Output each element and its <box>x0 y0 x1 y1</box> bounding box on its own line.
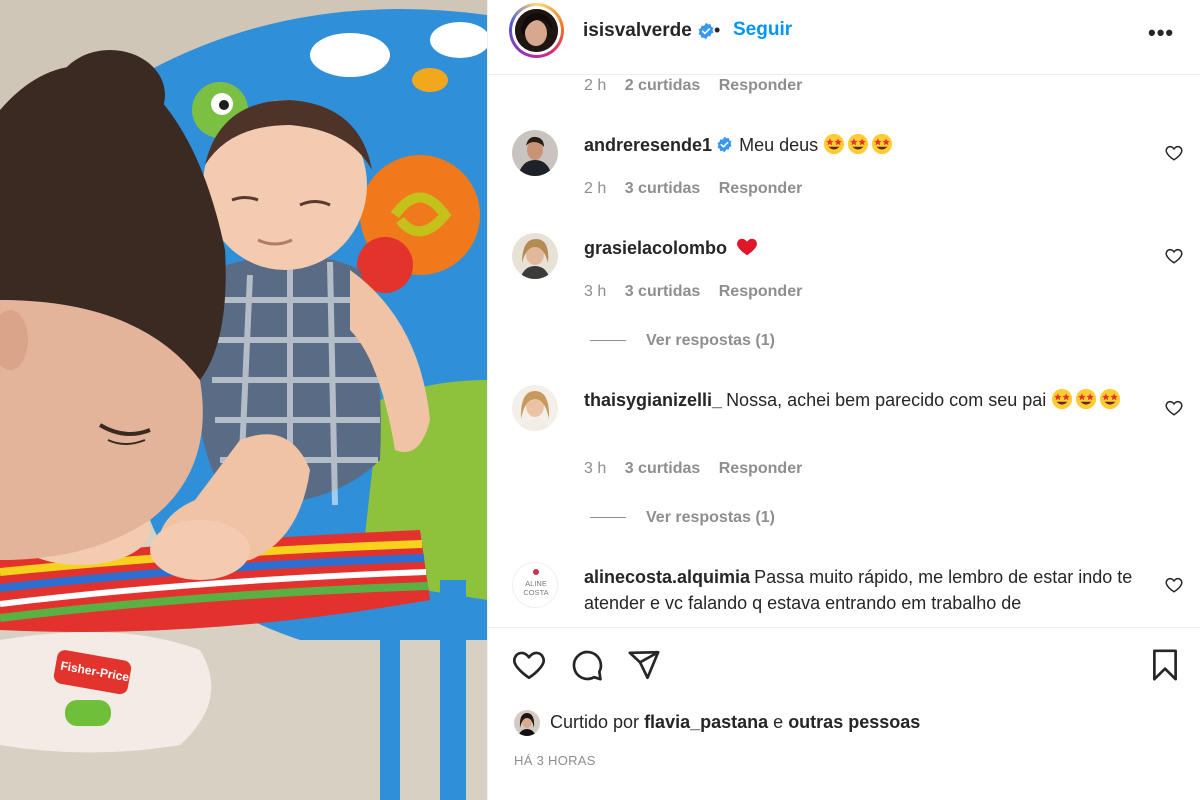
comment-time: 2 h <box>584 77 607 94</box>
comment-text: alinecosta.alquimia Passa muito rápido, m… <box>584 564 1144 616</box>
like-comment-heart-icon[interactable] <box>1165 399 1183 417</box>
comment-meta: 3 h 3 curtidas Responder <box>584 283 816 301</box>
like-comment-heart-icon[interactable] <box>1165 144 1183 162</box>
comment-text: andreresende1 Meu deus <box>584 132 1144 158</box>
avatar-logo-text: ALINE <box>525 579 547 588</box>
avatar-logo-text: COSTA <box>523 588 548 597</box>
avatar[interactable] <box>512 385 558 431</box>
reply-button[interactable]: Responder <box>719 283 803 300</box>
view-replies-button[interactable]: Ver respostas (1) <box>590 509 775 527</box>
star-struck-emoji-icon <box>848 133 869 155</box>
comment-time: 2 h <box>584 180 607 197</box>
comment-body: Nossa, achei bem parecido com seu pai <box>726 390 1047 410</box>
comment-text: grasielacolombo <box>584 235 1144 261</box>
replies-divider <box>590 517 626 519</box>
verified-badge-icon <box>698 22 714 40</box>
red-heart-emoji-icon <box>737 238 757 256</box>
verified-badge-icon <box>717 136 732 153</box>
reply-button[interactable]: Responder <box>719 180 803 197</box>
view-replies-button[interactable]: Ver respostas (1) <box>590 332 775 350</box>
star-struck-emoji-icon <box>1076 388 1097 410</box>
post-image: Fisher-Price <box>0 0 487 800</box>
comment-likes[interactable]: 2 curtidas <box>625 77 701 94</box>
post-timestamp[interactable]: HÁ 3 HORAS <box>514 753 596 768</box>
more-options-icon[interactable]: ••• <box>1148 20 1174 46</box>
comment-likes[interactable]: 3 curtidas <box>625 460 701 477</box>
comment-username[interactable]: grasielacolombo <box>584 238 727 258</box>
comment-icon[interactable] <box>570 648 604 682</box>
author-avatar[interactable] <box>509 3 564 58</box>
comment-meta: 3 h 3 curtidas Responder <box>584 460 816 478</box>
comments-list[interactable]: 2 h 2 curtidas Responder andreresende1 Me… <box>488 76 1200 627</box>
comment-meta: 2 h 2 curtidas Responder <box>584 77 816 95</box>
liked-others-link[interactable]: outras pessoas <box>788 712 920 732</box>
comment-time: 3 h <box>584 283 607 300</box>
paper-plane-icon[interactable] <box>627 648 661 682</box>
reply-button[interactable]: Responder <box>719 460 803 477</box>
comment-likes[interactable]: 3 curtidas <box>625 283 701 300</box>
comment-likes[interactable]: 3 curtidas <box>625 180 701 197</box>
avatar[interactable] <box>512 233 558 279</box>
comment-username[interactable]: thaisygianizelli_ <box>584 390 722 410</box>
heart-icon[interactable] <box>512 648 546 682</box>
emoji-group <box>823 133 895 155</box>
liked-prefix: Curtido por <box>550 711 640 732</box>
liked-user-link[interactable]: flavia_pastana <box>644 712 768 732</box>
comment-body: Meu deus <box>739 135 819 155</box>
bookmark-icon[interactable] <box>1148 648 1182 682</box>
header-separator: • <box>714 20 721 40</box>
like-comment-heart-icon[interactable] <box>1165 247 1183 265</box>
post-photo: Fisher-Price <box>0 0 487 800</box>
replies-divider <box>590 340 626 342</box>
post-header: isisvalverde • Seguir ••• <box>488 0 1200 75</box>
follow-button[interactable]: Seguir <box>733 19 792 41</box>
avatar[interactable] <box>512 130 558 176</box>
liked-and: e <box>773 711 784 732</box>
avatar[interactable] <box>514 710 540 736</box>
star-struck-emoji-icon <box>1052 388 1073 410</box>
star-struck-emoji-icon <box>824 133 845 155</box>
post-panel: isisvalverde • Seguir ••• 2 h 2 curtidas… <box>487 0 1200 800</box>
emoji-group <box>1051 388 1123 410</box>
avatar[interactable]: ALINE COSTA <box>512 562 558 608</box>
comment-time: 3 h <box>584 460 607 477</box>
comment-username[interactable]: andreresende1 <box>584 135 712 155</box>
liked-by: Curtido por flavia_pastana e outras pess… <box>514 710 920 740</box>
comment-text: thaisygianizelli_ Nossa, achei bem pareci… <box>584 387 1144 413</box>
star-struck-emoji-icon <box>1100 388 1121 410</box>
author-username[interactable]: isisvalverde <box>583 20 715 42</box>
like-comment-heart-icon[interactable] <box>1165 576 1183 594</box>
comment-username[interactable]: alinecosta.alquimia <box>584 567 750 587</box>
comment-meta: 2 h 3 curtidas Responder <box>584 180 816 198</box>
star-struck-emoji-icon <box>872 133 893 155</box>
post-actions: Curtido por flavia_pastana e outras pess… <box>488 627 1200 800</box>
reply-button[interactable]: Responder <box>719 77 803 94</box>
